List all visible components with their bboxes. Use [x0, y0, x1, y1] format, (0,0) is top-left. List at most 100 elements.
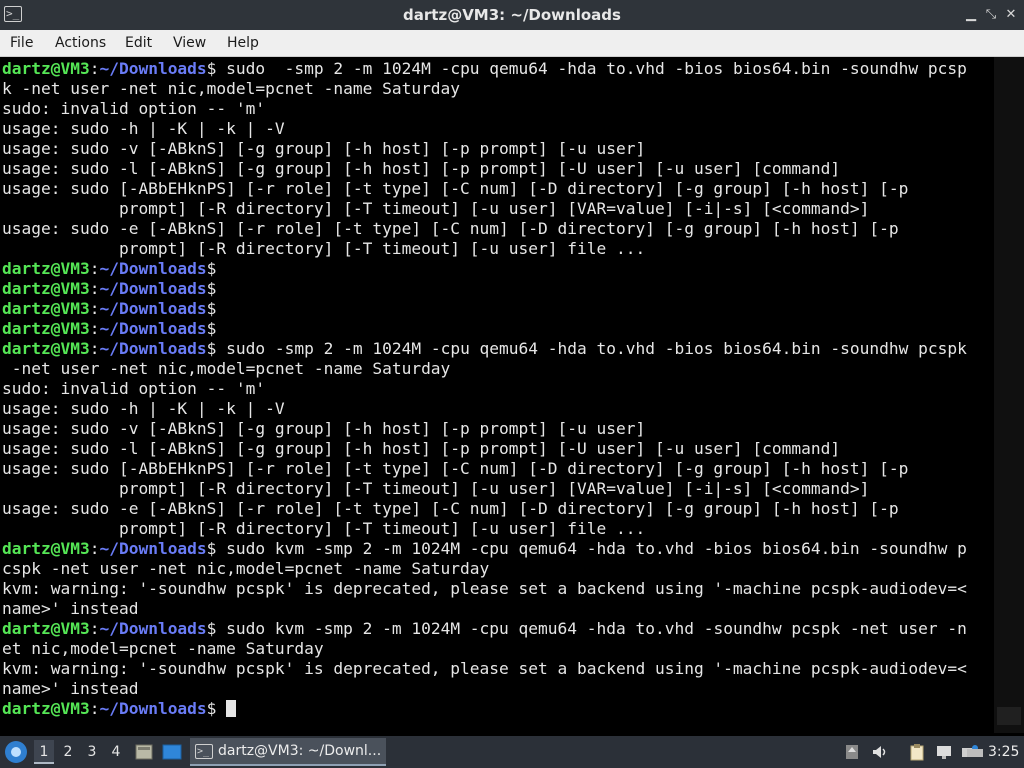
terminal-output-line: k -net user -net nic,model=pcnet -name S… [2, 79, 967, 99]
prompt-dollar: $ [206, 339, 217, 358]
menu-file[interactable]: File [10, 30, 33, 56]
command-text: sudo -smp 2 -m 1024M -cpu qemu64 -hda to… [216, 339, 967, 358]
clipboard-icon[interactable] [908, 743, 926, 761]
output-text: et nic,model=pcnet -name Saturday [2, 639, 324, 658]
start-menu-icon[interactable] [5, 741, 27, 763]
terminal-output-line: kvm: warning: '-soundhw pcspk' is deprec… [2, 579, 967, 599]
prompt-user: dartz@VM3 [2, 319, 90, 338]
prompt-colon: : [89, 299, 100, 318]
output-text: sudo: invalid option -- 'm' [2, 99, 266, 118]
terminal-prompt-line: dartz@VM3:~/Downloads$ sudo -smp 2 -m 10… [2, 59, 967, 79]
prompt-dollar: $ [206, 699, 217, 718]
command-text: sudo kvm -smp 2 -m 1024M -cpu qemu64 -hd… [216, 619, 967, 638]
terminal-output-line: cspk -net user -net nic,model=pcnet -nam… [2, 559, 967, 579]
output-text: usage: sudo [-ABbEHknPS] [-r role] [-t t… [2, 459, 909, 478]
terminal-output-line: kvm: warning: '-soundhw pcspk' is deprec… [2, 659, 967, 679]
terminal-output-line: usage: sudo -e [-ABknS] [-r role] [-t ty… [2, 219, 967, 239]
output-text: name>' instead [2, 599, 139, 618]
prompt-user: dartz@VM3 [2, 539, 90, 558]
prompt-colon: : [89, 259, 100, 278]
close-icon[interactable]: ✕ [1002, 5, 1020, 25]
prompt-dollar: $ [206, 259, 217, 278]
window-titlebar[interactable]: >_ dartz@VM3: ~/Downloads ▁ ⤡ ✕ [0, 0, 1024, 30]
prompt-colon: : [89, 619, 100, 638]
output-text: usage: sudo -v [-ABknS] [-g group] [-h h… [2, 419, 646, 438]
output-text: usage: sudo -v [-ABknS] [-g group] [-h h… [2, 139, 646, 158]
show-desktop-icon[interactable] [134, 743, 154, 761]
display-icon[interactable] [935, 743, 953, 761]
terminal-output-line: usage: sudo -h | -K | -k | -V [2, 399, 967, 419]
prompt-path: ~/Downloads [99, 259, 207, 278]
terminal-output-line: sudo: invalid option -- 'm' [2, 379, 967, 399]
prompt-user: dartz@VM3 [2, 59, 90, 78]
terminal-output-line: usage: sudo -v [-ABknS] [-g group] [-h h… [2, 419, 967, 439]
output-text: usage: sudo -l [-ABknS] [-g group] [-h h… [2, 439, 841, 458]
workspace-1[interactable]: 1 [34, 740, 54, 764]
keyboard-icon[interactable] [966, 743, 984, 761]
terminal-output-line: name>' instead [2, 679, 967, 699]
maximize-icon[interactable]: ⤡ [982, 5, 1000, 25]
prompt-user: dartz@VM3 [2, 299, 90, 318]
window-title: dartz@VM3: ~/Downloads [403, 6, 621, 24]
eject-icon[interactable] [843, 743, 861, 761]
terminal-output-line: usage: sudo -l [-ABknS] [-g group] [-h h… [2, 439, 967, 459]
output-text: cspk -net user -net nic,model=pcnet -nam… [2, 559, 490, 578]
scrollbar-thumb[interactable] [997, 707, 1021, 725]
terminal-prompt-line: dartz@VM3:~/Downloads$ [2, 259, 967, 279]
prompt-path: ~/Downloads [99, 699, 207, 718]
output-text: -net user -net nic,model=pcnet -name Sat… [2, 359, 451, 378]
prompt-colon: : [89, 699, 100, 718]
menu-actions[interactable]: Actions [55, 30, 106, 56]
output-text: prompt] [-R directory] [-T timeout] [-u … [2, 239, 646, 258]
prompt-colon: : [89, 279, 100, 298]
prompt-user: dartz@VM3 [2, 279, 90, 298]
terminal-output-line: prompt] [-R directory] [-T timeout] [-u … [2, 479, 967, 499]
terminal-lines: dartz@VM3:~/Downloads$ sudo -smp 2 -m 10… [2, 59, 967, 719]
workspace-4[interactable]: 4 [106, 740, 126, 764]
prompt-path: ~/Downloads [99, 339, 207, 358]
desktop-icon[interactable] [162, 743, 182, 761]
output-text: usage: sudo -e [-ABknS] [-r role] [-t ty… [2, 499, 899, 518]
menu-view[interactable]: View [173, 30, 206, 56]
terminal-output-line: -net user -net nic,model=pcnet -name Sat… [2, 359, 967, 379]
terminal-prompt-line: dartz@VM3:~/Downloads$ [2, 279, 967, 299]
output-text: prompt] [-R directory] [-T timeout] [-u … [2, 519, 646, 538]
prompt-dollar: $ [206, 539, 217, 558]
taskbar-task-terminal[interactable]: >_ dartz@VM3: ~/Downl... [190, 738, 386, 766]
terminal-prompt-line: dartz@VM3:~/Downloads$ sudo kvm -smp 2 -… [2, 539, 967, 559]
terminal-output-line: sudo: invalid option -- 'm' [2, 99, 967, 119]
prompt-user: dartz@VM3 [2, 699, 90, 718]
terminal-prompt-line: dartz@VM3:~/Downloads$ sudo -smp 2 -m 10… [2, 339, 967, 359]
prompt-path: ~/Downloads [99, 319, 207, 338]
terminal-output-line: prompt] [-R directory] [-T timeout] [-u … [2, 239, 967, 259]
terminal-scrollbar[interactable] [994, 57, 1024, 733]
minimize-icon[interactable]: ▁ [962, 5, 980, 25]
terminal-output[interactable]: dartz@VM3:~/Downloads$ sudo -smp 2 -m 10… [0, 57, 994, 733]
menu-bar: File Actions Edit View Help [0, 30, 1024, 57]
prompt-dollar: $ [206, 279, 217, 298]
volume-icon[interactable] [871, 743, 889, 761]
terminal-prompt-line: dartz@VM3:~/Downloads$ [2, 319, 967, 339]
output-text: usage: sudo -h | -K | -k | -V [2, 399, 285, 418]
prompt-colon: : [89, 339, 100, 358]
clock: 3:25 [988, 744, 1020, 760]
terminal-output-line: usage: sudo -e [-ABknS] [-r role] [-t ty… [2, 499, 967, 519]
workspace-3[interactable]: 3 [82, 740, 102, 764]
terminal-prompt-line: dartz@VM3:~/Downloads$ [2, 699, 967, 719]
prompt-path: ~/Downloads [99, 619, 207, 638]
menu-edit[interactable]: Edit [125, 30, 152, 56]
output-text: usage: sudo [-ABbEHknPS] [-r role] [-t t… [2, 179, 909, 198]
prompt-dollar: $ [206, 319, 217, 338]
terminal-output-line: et nic,model=pcnet -name Saturday [2, 639, 967, 659]
prompt-dollar: $ [206, 619, 217, 638]
terminal-output-line: usage: sudo -l [-ABknS] [-g group] [-h h… [2, 159, 967, 179]
prompt-colon: : [89, 539, 100, 558]
prompt-path: ~/Downloads [99, 59, 207, 78]
command-text: sudo kvm -smp 2 -m 1024M -cpu qemu64 -hd… [216, 539, 967, 558]
text-cursor [226, 700, 237, 717]
menu-help[interactable]: Help [227, 30, 259, 56]
workspace-2[interactable]: 2 [58, 740, 78, 764]
prompt-colon: : [89, 319, 100, 338]
output-text: usage: sudo -e [-ABknS] [-r role] [-t ty… [2, 219, 899, 238]
output-text: name>' instead [2, 679, 139, 698]
